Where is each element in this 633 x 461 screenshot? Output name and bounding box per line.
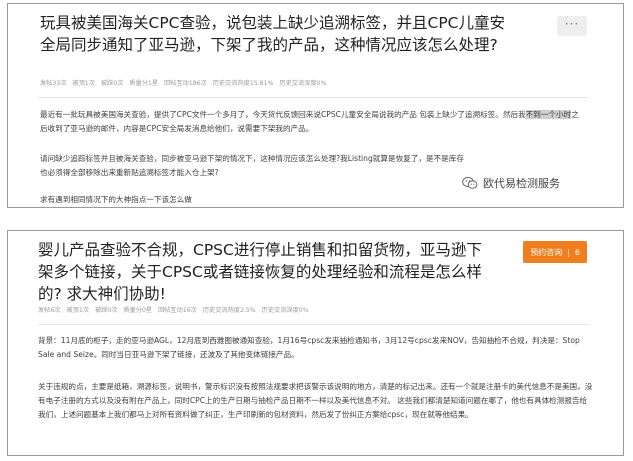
badge-count: 6 bbox=[574, 247, 580, 257]
stat-depth: 历史交流深度0% bbox=[279, 80, 327, 87]
stat-posts: 发帖33次 bbox=[40, 80, 67, 87]
post-stats: 发帖6次 被顶1次 被踩0次 质量分0星 回帖互动16次 历史交流热度2.5% … bbox=[38, 306, 313, 316]
stat-upvotes: 被顶1次 bbox=[72, 80, 95, 87]
book-consultation-button[interactable]: 预约咨询 | 6 bbox=[523, 241, 587, 263]
stat-replies: 回帖互动16次 bbox=[158, 307, 197, 314]
paragraph-text: 最近有一批玩具被美国海关查验，提供了CPC文件一个多月了，今天货代反馈回来说CP… bbox=[40, 110, 526, 119]
more-options-button[interactable]: ··· bbox=[557, 16, 587, 36]
stat-depth: 历史交流深度0% bbox=[261, 307, 309, 314]
post-title[interactable]: 婴儿产品查验不合规，CPSC进行停止销售和扣留货物，亚马逊下架多个链接，关于CP… bbox=[38, 239, 493, 305]
divider bbox=[38, 324, 589, 325]
stat-posts: 发帖6次 bbox=[38, 307, 61, 314]
highlighted-text: 不到一个小时 bbox=[525, 110, 572, 119]
post-body-paragraph: 请问缺少追踪标签并且被海关查验，同步被亚马逊下架的情况下，这种情况应该怎么处理?… bbox=[40, 154, 464, 177]
watermark: 欧代易检测服务 bbox=[462, 175, 560, 191]
stat-heat: 历史交流热度2.5% bbox=[202, 307, 256, 314]
stat-replies: 回帖互动186次 bbox=[164, 80, 207, 87]
post-body-paragraph: 求有遇到相同情况下的大神指点一下该怎么做 bbox=[40, 195, 192, 204]
stat-downvotes: 被踩0次 bbox=[94, 307, 118, 314]
stat-upvotes: 被顶1次 bbox=[66, 307, 89, 314]
post-card-toy-cpc[interactable]: 玩具被美国海关CPC查验，说包装上缺少追溯标签，并且CPC儿童安全局同步通知了亚… bbox=[7, 3, 624, 208]
stat-quality: 质量分1星 bbox=[129, 80, 159, 87]
post-body-paragraph: 背景：11月底的柜子，走的亚马逊AGL，12月底到西雅图被通知查验，1月16号c… bbox=[38, 336, 580, 359]
post-card-baby-cpsc[interactable]: 婴儿产品查验不合规，CPSC进行停止销售和扣留货物，亚马逊下架多个链接，关于CP… bbox=[7, 230, 624, 456]
watermark-text: 欧代易检测服务 bbox=[483, 177, 560, 190]
stat-heat: 历史交流热度15.81% bbox=[212, 80, 274, 87]
post-stats: 发帖33次 被顶1次 被踩0次 质量分1星 回帖互动186次 历史交流热度15.… bbox=[40, 79, 330, 89]
badge-separator: | bbox=[567, 247, 570, 257]
badge-label: 预约咨询 bbox=[530, 247, 563, 257]
post-body-paragraph: 关于违规的点，主要是纸箱，溯源标签，说明书，警示标识没有按照法规要求把该警示该说… bbox=[38, 382, 593, 419]
stat-downvotes: 被踩0次 bbox=[100, 80, 124, 87]
divider bbox=[38, 97, 589, 98]
wechat-icon bbox=[462, 176, 478, 189]
stat-quality: 质量分0星 bbox=[123, 307, 153, 314]
post-title[interactable]: 玩具被美国海关CPC查验，说包装上缺少追溯标签，并且CPC儿童安全局同步通知了亚… bbox=[40, 12, 510, 56]
post-body-paragraph: 最近有一批玩具被美国海关查验，提供了CPC文件一个多月了，今天货代反馈回来说CP… bbox=[40, 108, 585, 136]
